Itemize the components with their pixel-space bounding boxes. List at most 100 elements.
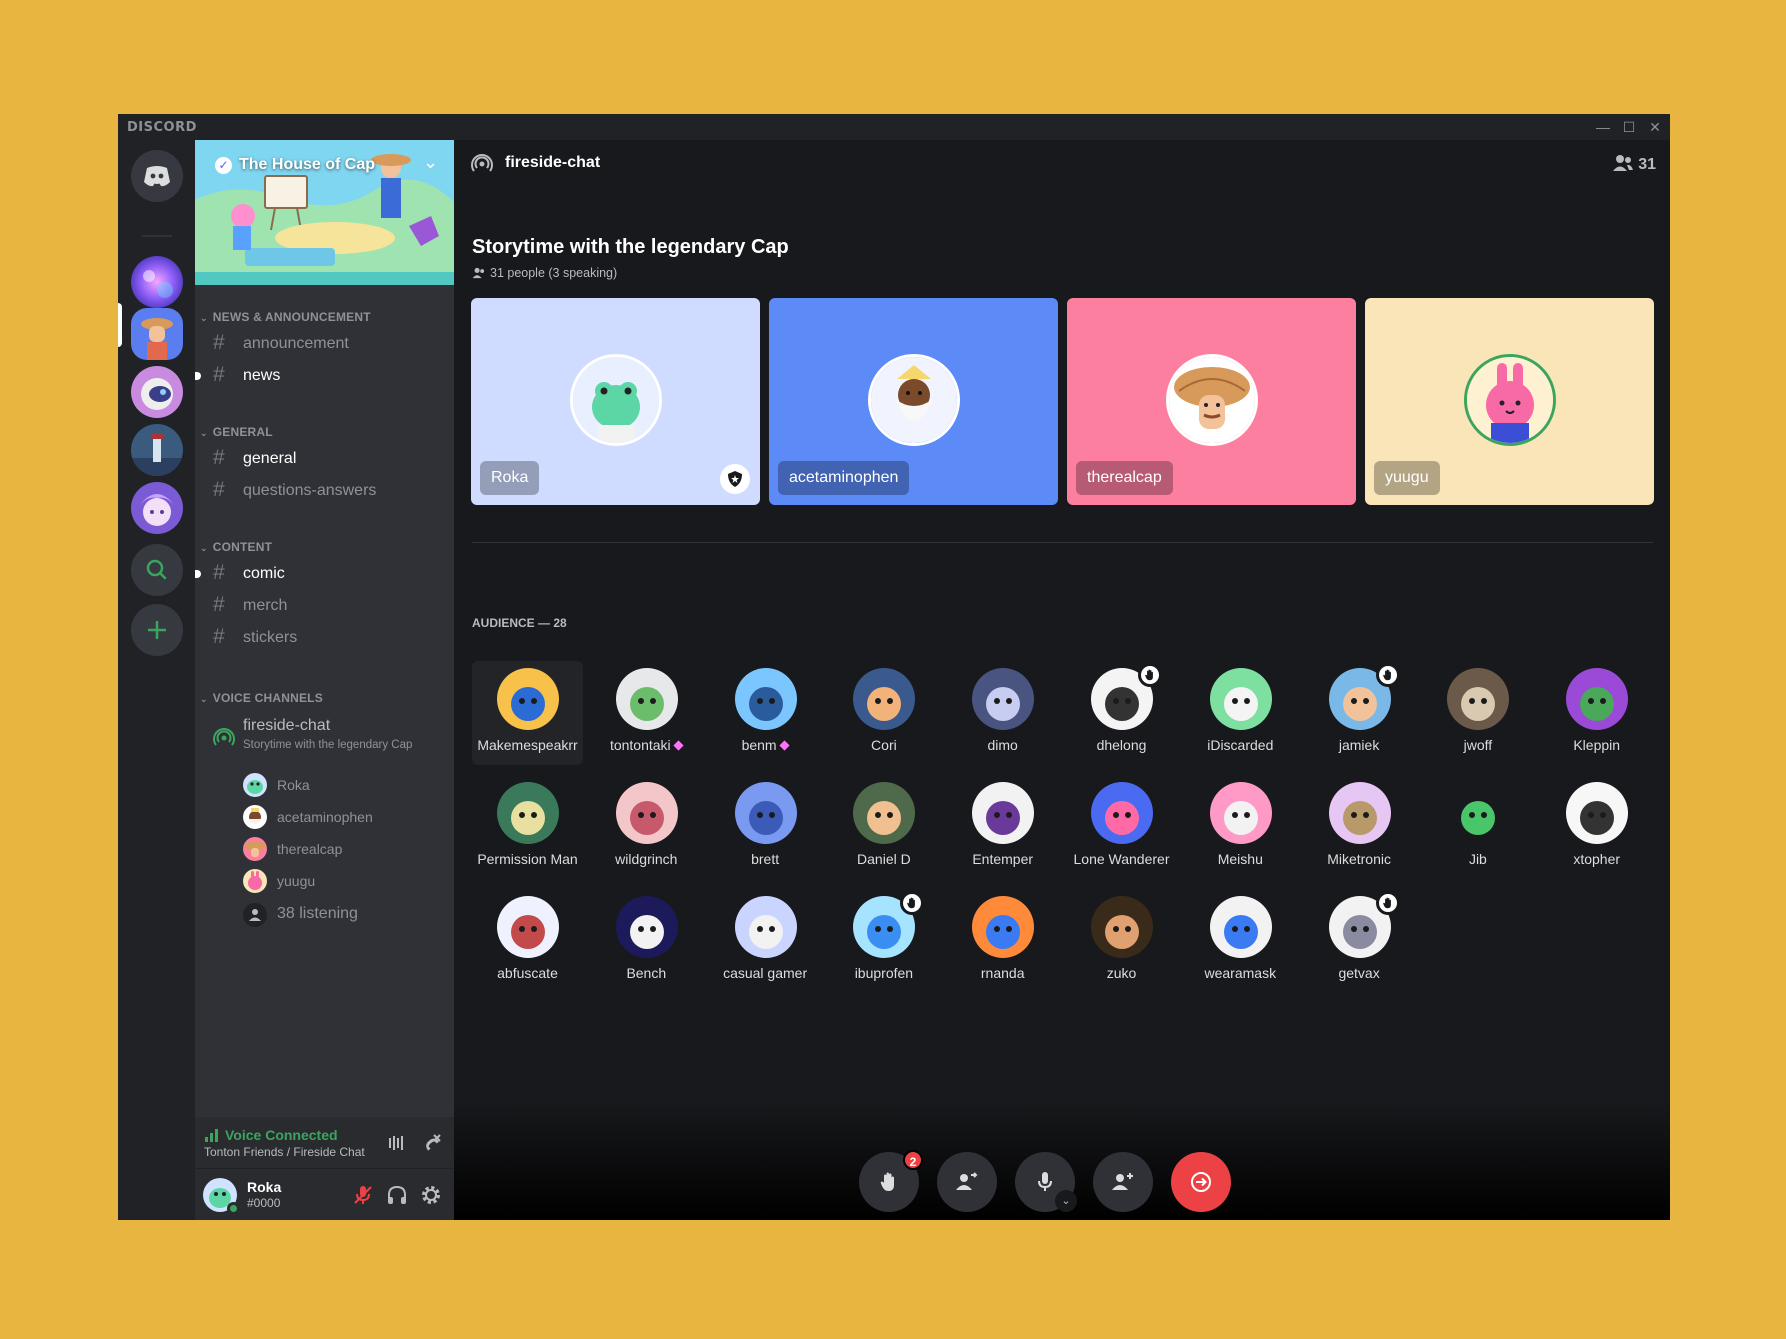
stage-channel-fireside-chat[interactable]: fireside-chat Storytime with the legenda… (203, 717, 443, 759)
avatar (1566, 782, 1629, 844)
disconnect-icon[interactable] (419, 1131, 443, 1155)
mic-muted-icon[interactable] (351, 1183, 375, 1207)
audience-member[interactable]: Miketronic (1304, 775, 1415, 879)
channel-comic[interactable]: # comic (195, 558, 443, 590)
audience-name-text: Cori (871, 737, 897, 753)
voice-connected-label: Voice Connected (225, 1127, 338, 1143)
audience-member[interactable]: casual gamer (710, 889, 821, 993)
audience-member[interactable]: Permission Man (472, 775, 583, 879)
category-content[interactable]: ⌄ CONTENT (200, 540, 272, 554)
move-to-audience-button[interactable] (937, 1152, 997, 1212)
audience-name-text: Permission Man (477, 851, 578, 867)
server-anime-icon[interactable] (131, 482, 183, 534)
audience-member[interactable]: benm (710, 661, 821, 765)
audience-name-text: Makemespeakrr (477, 737, 578, 753)
audience-member[interactable]: wildgrinch (591, 775, 702, 879)
avatar (497, 782, 559, 844)
guild-banner[interactable]: ✓ The House of Cap ⌄ (195, 140, 454, 285)
category-general[interactable]: ⌄ GENERAL (200, 425, 273, 439)
audience-member[interactable]: wearamask (1185, 889, 1296, 993)
audience-member[interactable]: Meishu (1185, 775, 1296, 879)
home-discord-icon[interactable] (131, 150, 183, 202)
audience-member[interactable]: Makemespeakrr (472, 661, 583, 765)
channel-general[interactable]: # general (203, 443, 443, 475)
audience-name: getvax (1304, 965, 1415, 981)
audience-member[interactable]: ibuprofen (828, 889, 939, 993)
channel-announcement[interactable]: # announcement (203, 328, 443, 360)
stage-view: fireside-chat 31 Storytime with the lege… (454, 140, 1670, 1220)
audience-name: Kleppin (1541, 737, 1652, 753)
audience-member[interactable]: xtopher (1541, 775, 1652, 879)
voice-user-roka[interactable]: Roka (243, 770, 433, 800)
voice-user-yuugu[interactable]: yuugu (243, 866, 433, 896)
avatar (734, 668, 797, 730)
audience-name: Entemper (947, 851, 1058, 867)
hand-icon (880, 1172, 894, 1191)
channel-merch[interactable]: # merch (203, 590, 443, 622)
speaker-avatar (1166, 354, 1258, 446)
server-house-of-cap-icon[interactable] (131, 308, 183, 360)
speaker-tile-therealcap[interactable]: therealcap (1067, 298, 1356, 505)
audience-member[interactable]: jwoff (1422, 661, 1533, 765)
audience-member[interactable]: Entemper (947, 775, 1058, 879)
close-icon[interactable]: ✕ (1642, 116, 1668, 138)
audience-member[interactable]: zuko (1066, 889, 1177, 993)
audience-name-text: zuko (1106, 965, 1137, 981)
add-server-icon[interactable] (131, 604, 183, 656)
audience-member[interactable]: dhelong (1066, 661, 1177, 765)
user-avatar[interactable] (203, 1178, 240, 1215)
audience-name: ibuprofen (828, 965, 939, 981)
server-astronaut-icon[interactable] (131, 366, 183, 418)
noise-suppression-icon[interactable] (385, 1131, 409, 1155)
audience-member[interactable]: dimo (947, 661, 1058, 765)
audience-member[interactable]: Kleppin (1541, 661, 1652, 765)
channel-questions-answers[interactable]: # questions-answers (203, 475, 443, 507)
category-news[interactable]: ⌄ NEWS & ANNOUNCEMENT (200, 310, 371, 324)
signal-icon[interactable] (204, 1128, 220, 1142)
audience-name-text: Miketronic (1327, 851, 1391, 867)
member-count-button[interactable]: 31 (1612, 154, 1656, 174)
explore-icon[interactable] (131, 544, 183, 596)
audience-member[interactable]: Jib (1422, 775, 1533, 879)
audience-member[interactable]: iDiscarded (1185, 661, 1296, 765)
voice-location[interactable]: Tonton Friends / Fireside Chat (204, 1145, 365, 1159)
audience-member[interactable]: getvax (1304, 889, 1415, 993)
avatar (615, 782, 678, 844)
audience-member[interactable]: abfuscate (472, 889, 583, 993)
audience-member[interactable]: jamiek (1304, 661, 1415, 765)
audience-member[interactable]: Cori (828, 661, 939, 765)
speaker-tile-acetaminophen[interactable]: acetaminophen (769, 298, 1058, 505)
leave-stage-button[interactable] (1171, 1152, 1231, 1212)
category-voice[interactable]: ⌄ VOICE CHANNELS (200, 691, 323, 705)
channel-news[interactable]: # news (195, 360, 443, 392)
microphone-button[interactable]: ⌄ (1015, 1152, 1077, 1212)
audience-member[interactable]: tontontaki (591, 661, 702, 765)
server-lighthouse-icon[interactable] (131, 424, 183, 476)
minimize-icon[interactable]: — (1590, 116, 1616, 138)
brand-logo: DISCORD (127, 120, 197, 135)
maximize-icon[interactable]: ☐ (1616, 116, 1642, 138)
audience-member[interactable]: Daniel D (828, 775, 939, 879)
hash-icon: # (213, 446, 225, 469)
chevron-down-icon[interactable]: ⌄ (1055, 1190, 1077, 1212)
audience-name: xtopher (1541, 851, 1652, 867)
speaker-tile-yuugu[interactable]: yuugu (1365, 298, 1654, 505)
gear-icon[interactable] (419, 1183, 443, 1207)
headphones-icon[interactable] (385, 1183, 409, 1207)
invite-button[interactable] (1093, 1152, 1153, 1212)
audience-name-text: Entemper (972, 851, 1034, 867)
listening-count[interactable]: 38 listening (243, 900, 433, 930)
audience-member[interactable]: Bench (591, 889, 702, 993)
audience-member[interactable]: Lone Wanderer (1066, 775, 1177, 879)
voice-user-therealcap[interactable]: therealcap (243, 834, 433, 864)
chevron-down-icon[interactable]: ⌄ (423, 152, 438, 173)
voice-user-acetaminophen[interactable]: acetaminophen (243, 802, 433, 832)
channel-stickers[interactable]: # stickers (203, 622, 443, 654)
audience-member[interactable]: rnanda (947, 889, 1058, 993)
audience-name: benm (710, 737, 821, 753)
raise-hand-queue-button[interactable]: 2 (859, 1150, 923, 1212)
speaker-tile-roka[interactable]: Roka (471, 298, 760, 505)
server-nebula-icon[interactable] (131, 256, 183, 308)
avatar (615, 896, 678, 958)
audience-member[interactable]: brett (710, 775, 821, 879)
